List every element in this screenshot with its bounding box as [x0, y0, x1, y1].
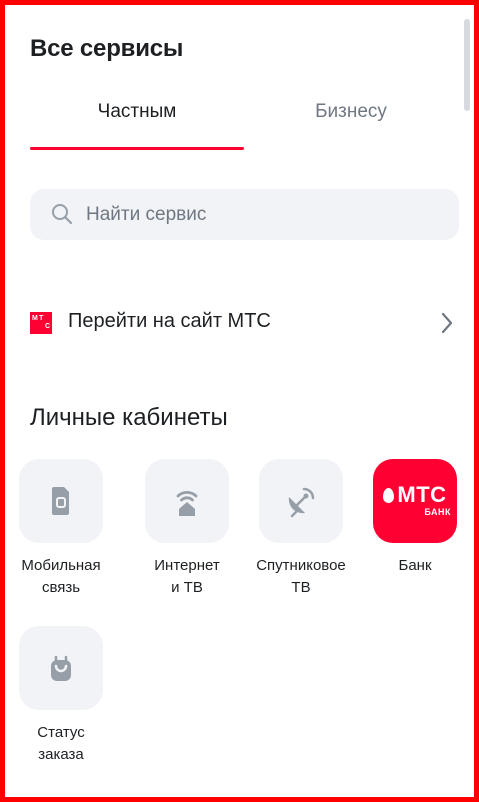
service-tile[interactable]: [259, 459, 343, 543]
bank-logo-text: МТС: [373, 482, 457, 508]
go-to-mts-site-link[interactable]: М Т С Перейти на сайт МТС: [30, 300, 460, 344]
active-tab-indicator: [30, 147, 244, 150]
wifi-house-icon: [176, 491, 198, 516]
satellite-dish-icon: [288, 487, 315, 518]
service-tile[interactable]: [145, 459, 229, 543]
page-title: Все сервисы: [30, 35, 184, 62]
service-label: Спутниковое ТВ: [256, 557, 346, 596]
tab-private[interactable]: Частным: [30, 93, 244, 151]
mts-link-label: Перейти на сайт МТС: [68, 310, 271, 332]
mts-bank-logo[interactable]: МТС БАНК: [373, 459, 457, 543]
mts-logo: М Т С: [30, 312, 52, 334]
bank-logo-word: МТС: [397, 482, 447, 507]
search-input[interactable]: [86, 189, 446, 240]
service-label: Интернет и ТВ: [154, 557, 220, 596]
search-bar[interactable]: [30, 189, 459, 240]
service-label: Статус заказа: [37, 724, 85, 763]
tab-bar: Частным Бизнесу: [30, 93, 460, 151]
chevron-right-icon: [441, 312, 453, 334]
bank-logo-subtext: БАНК: [424, 507, 451, 517]
service-label: Мобильная связь: [21, 557, 101, 596]
tab-business[interactable]: Бизнесу: [244, 93, 458, 151]
mts-logo-letter: С: [45, 323, 51, 330]
service-label: Банк: [398, 557, 432, 574]
scrollbar[interactable]: [464, 19, 470, 111]
mts-logo-letter: Т: [39, 315, 44, 322]
app-frame: Все сервисы Частным Бизнесу М Т С Перейт…: [0, 0, 479, 802]
service-tile[interactable]: [19, 459, 103, 543]
mts-logo-letter: М: [32, 315, 38, 322]
section-title: Личные кабинеты: [30, 404, 228, 431]
sim-card-icon: [52, 487, 69, 515]
shopping-bag-icon: [51, 655, 71, 681]
search-icon: [52, 204, 73, 225]
service-tile[interactable]: [19, 626, 103, 710]
mts-egg-icon: [383, 488, 395, 503]
